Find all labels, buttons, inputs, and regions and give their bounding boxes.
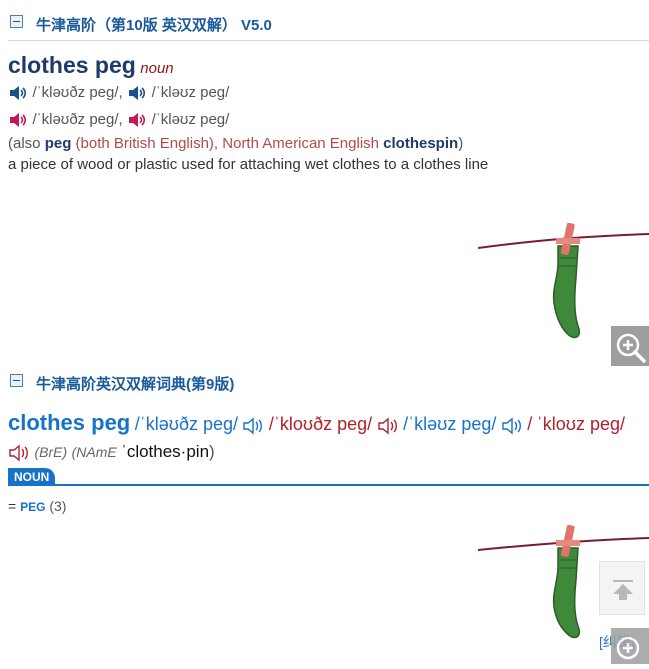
phonetic: /ˈkləʊðz peɡ/, — [32, 111, 123, 128]
speaker-icon[interactable] — [127, 85, 147, 101]
definition: a piece of wood or plastic used for atta… — [8, 156, 489, 173]
region-label: (BrE) — [34, 444, 68, 460]
speaker-icon[interactable] — [8, 444, 30, 462]
speaker-icon[interactable] — [8, 85, 28, 101]
variant-word: peg — [44, 135, 72, 152]
zoom-in-button[interactable] — [611, 326, 649, 366]
divider — [8, 40, 649, 41]
region-label: (NAmE — [71, 444, 117, 460]
pronunciation-bre-row: /ˈkləʊðz peɡ/, /ˈkləʊz peɡ/ — [8, 84, 229, 102]
clothes-peg-illustration — [478, 222, 649, 339]
speaker-icon[interactable] — [377, 417, 399, 435]
zoom-in-icon — [616, 636, 640, 660]
phonetic-name: ˈkloʊz peɡ/ — [536, 414, 626, 434]
cross-reference: = PEG (3) — [8, 498, 66, 514]
equals-sign: = — [8, 498, 21, 514]
collapse-icon[interactable] — [10, 374, 23, 387]
zoom-in-button[interactable] — [611, 628, 649, 664]
speaker-icon[interactable] — [127, 112, 147, 128]
phonetic: /ˈkləʊz peɡ/ — [151, 111, 230, 128]
speaker-icon[interactable] — [501, 417, 523, 435]
dictionary-title: 牛津高阶英汉双解词典(第9版) — [36, 376, 235, 393]
speaker-icon[interactable] — [242, 417, 264, 435]
part-of-speech: noun — [140, 60, 174, 77]
phonetic-bre: /ˈkləʊz peɡ/ — [403, 414, 497, 434]
variant-word: clothespin — [383, 135, 459, 152]
phonetic: /ˈkləʊðz peɡ/, — [32, 84, 123, 101]
phonetic-name: / — [527, 414, 533, 434]
variant-label: (both British English), — [71, 135, 223, 152]
entry-headline: clothes peg /ˈkləʊðz peɡ/ /ˈkloʊðz peɡ/ … — [8, 410, 649, 466]
phonetic-name: /ˈkloʊðz peɡ/ — [268, 414, 373, 434]
pronunciation-name-row: /ˈkləʊðz peɡ/, /ˈkləʊz peɡ/ — [8, 111, 229, 129]
back-to-top-button[interactable] — [599, 561, 645, 615]
dictionary-title: 牛津高阶（第10版 英汉双解） V5.0 — [36, 17, 272, 34]
phonetic-bre: /ˈkləʊðz peɡ/ — [134, 414, 238, 434]
also-variants: (also peg (both British English), North … — [8, 135, 463, 152]
back-to-top-icon — [613, 580, 633, 600]
phonetic: /ˈkləʊz peɡ/ — [151, 84, 230, 101]
variant-close: ) — [209, 442, 215, 461]
also-text: ) — [458, 135, 464, 152]
variant-word: ˈclothes·pin — [121, 442, 210, 461]
also-text: (also — [8, 135, 45, 152]
speaker-icon[interactable] — [8, 112, 28, 128]
variant-label: North American English — [222, 135, 384, 152]
collapse-icon[interactable] — [10, 15, 23, 28]
zoom-in-icon — [616, 333, 646, 363]
xref-link[interactable]: PEG — [20, 500, 45, 514]
headword: clothes peg — [8, 52, 136, 78]
pos-rule — [8, 484, 649, 486]
headword: clothes peg — [8, 410, 131, 435]
sense-number: (3) — [49, 498, 67, 514]
noun-tab: NOUN — [8, 468, 56, 486]
